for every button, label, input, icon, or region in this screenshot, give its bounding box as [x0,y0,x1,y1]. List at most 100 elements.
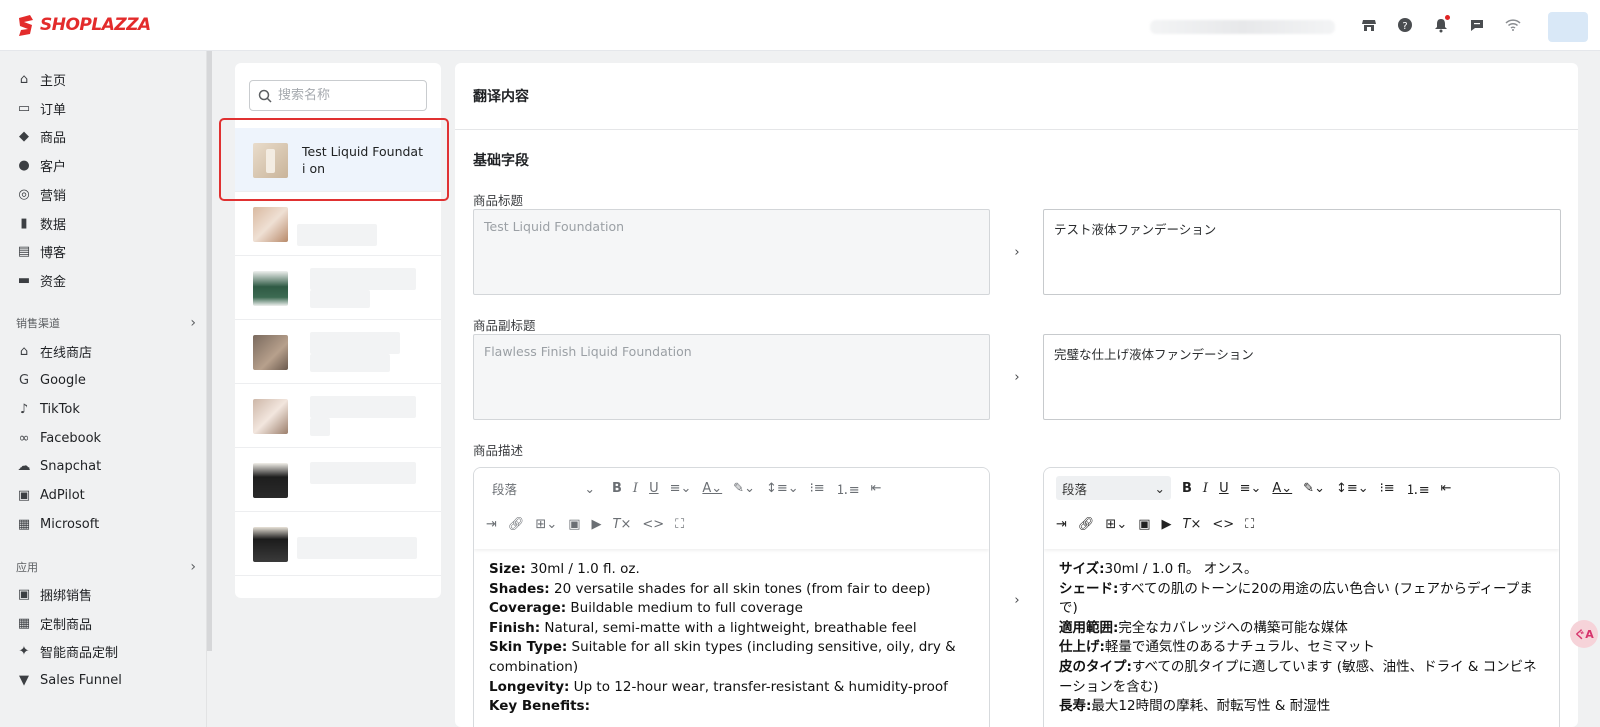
link-icon[interactable]: 🔗︎ [508,514,525,534]
sidebar-item[interactable]: ▮ 数据 [16,212,201,234]
sidebar-channel[interactable]: ☁ Snapchat [16,455,201,477]
sidebar-item[interactable]: ▤ 博客 [16,240,201,262]
description-key: 適用範囲: [1059,619,1119,636]
italic-icon[interactable]: I [1203,478,1208,498]
avatar[interactable] [1548,12,1588,42]
sidebar-channel[interactable]: ∞ Facebook [16,427,201,449]
help-icon[interactable]: ? [1396,16,1414,34]
description-key: Coverage: [489,600,567,617]
brand-logo[interactable]: SHOPLAZZA [16,13,151,37]
sidebar-scrollbar[interactable] [207,51,212,651]
sidebar-channel[interactable]: ♪ TikTok [16,398,201,420]
numbered-list-icon[interactable]: ⒈≡ [836,478,860,498]
sidebar-item[interactable]: ▭ 订单 [16,97,201,119]
description-line: 皮のタイプ:すべての肌タイプに適しています (敏感、油性、ドライ & コンビネー… [1059,658,1549,697]
video-icon[interactable]: ▶ [1162,514,1172,534]
font-color-icon[interactable]: A⌄ [702,478,722,498]
underline-icon[interactable]: U [1219,478,1229,498]
highlight-icon[interactable]: ✎⌄ [733,478,755,498]
sidebar-item[interactable]: ◆ 商品 [16,125,201,147]
sidebar-channel[interactable]: ▦ Microsoft [16,513,201,535]
sidebar-app[interactable]: ✦ 智能商品定制 [16,640,201,662]
line-height-icon[interactable]: ↕≡⌄ [766,478,799,498]
description-value: 30ml / 1.0 fl。 オンス。 [1104,561,1258,577]
search-box[interactable] [249,80,427,111]
translate-fab-button[interactable]: ぐA [1570,620,1598,648]
outdent-icon[interactable]: ⇤ [871,478,882,498]
sidebar-app[interactable]: ▣ 捆绑销售 [16,583,201,605]
message-icon[interactable] [1468,16,1486,34]
custom-icon: ▦ [17,615,31,631]
table-icon[interactable]: ⊞⌄ [1105,514,1127,534]
description-value: Up to 12-hour wear, transfer-resistant &… [569,678,948,695]
blog-icon: ▤ [17,243,31,259]
sidebar-item[interactable]: ▬ 资金 [16,269,201,291]
image-icon[interactable]: ▣ [568,514,580,534]
bold-icon[interactable]: B [612,478,622,498]
sidebar-channel[interactable]: ⌂ 在线商店 [16,340,201,362]
list-item[interactable] [235,384,441,448]
bell-icon[interactable] [1432,15,1450,34]
description-translation-editor[interactable]: 段落 ⌄ B I U ≡⌄ A⌄ ✎⌄ ↕≡⌄ ⁝≡ ⒈≡ ⇤ ⇥ 🔗︎ ⊞⌄ ▣… [1043,467,1560,727]
clear-format-icon[interactable]: T× [1183,514,1202,534]
sidebar-item[interactable]: ● 客户 [16,154,201,176]
sidebar-app[interactable]: ▼ Sales Funnel [16,669,201,691]
video-icon[interactable]: ▶ [592,514,602,534]
fullscreen-icon[interactable]: ⛶ [675,514,684,534]
paragraph-select-label: 段落 [492,481,518,497]
store-icon[interactable] [1360,16,1378,34]
font-color-icon[interactable]: A⌄ [1272,478,1292,498]
clear-format-icon[interactable]: T× [613,514,632,534]
indent-icon[interactable]: ⇥ [486,514,497,534]
chevron-right-icon: › [1014,369,1020,385]
sidebar-item[interactable]: ◎ 营销 [16,183,201,205]
inbox-icon: ▭ [17,100,31,116]
italic-icon[interactable]: I [633,478,638,498]
sidebar-item[interactable]: ⌂ 主页 [16,68,201,90]
indent-icon[interactable]: ⇥ [1056,514,1067,534]
list-item[interactable] [235,192,441,256]
sidebar-channel[interactable]: G Google [16,369,201,391]
list-item[interactable] [235,448,441,512]
sidebar-item-label: 博客 [40,245,67,261]
sidebar-app[interactable]: ▦ 定制商品 [16,612,201,634]
outdent-icon[interactable]: ⇤ [1441,478,1452,498]
bullet-list-icon[interactable]: ⁝≡ [810,478,825,498]
search-input[interactable] [278,88,418,103]
description-value: Natural, semi-matte with a lightweight, … [540,619,917,636]
highlight-icon[interactable]: ✎⌄ [1303,478,1325,498]
link-icon[interactable]: 🔗︎ [1078,514,1095,534]
table-icon[interactable]: ⊞⌄ [535,514,557,534]
list-item[interactable] [235,256,441,320]
align-icon[interactable]: ≡⌄ [1240,478,1262,498]
product-thumbnail [253,463,288,498]
sidebar-channel[interactable]: ▣ AdPilot [16,484,201,506]
bullet-list-icon[interactable]: ⁝≡ [1380,478,1395,498]
paragraph-select[interactable]: 段落 ⌄ [486,476,601,500]
list-item[interactable] [235,320,441,384]
code-icon[interactable]: <> [642,514,664,534]
line-height-icon[interactable]: ↕≡⌄ [1336,478,1369,498]
apps-header[interactable]: 应用 › [16,559,196,575]
bold-icon[interactable]: B [1182,478,1192,498]
numbered-list-icon[interactable]: ⒈≡ [1406,478,1430,498]
underline-icon[interactable]: U [649,478,659,498]
account-name-blurred [1150,20,1335,34]
description-translation-content[interactable]: サイズ:30ml / 1.0 fl。 オンス。 シェード:すべての肌のトーンに20… [1059,560,1549,717]
title-translation-field[interactable]: テスト液体ファンデーション [1043,209,1561,295]
wifi-icon[interactable] [1504,16,1522,34]
code-icon[interactable]: <> [1212,514,1234,534]
subtitle-translation-field[interactable]: 完璧な仕上げ液体ファンデーション [1043,334,1561,420]
sales-channels-header[interactable]: 销售渠道 › [16,315,196,331]
product-thumbnail [253,207,288,242]
description-source-content: Size: 30ml / 1.0 fl. oz. Shades: 20 versa… [489,560,979,717]
description-line: サイズ:30ml / 1.0 fl。 オンス。 [1059,560,1549,580]
list-item[interactable] [235,512,441,576]
paragraph-select[interactable]: 段落 ⌄ [1056,476,1171,500]
align-icon[interactable]: ≡⌄ [670,478,692,498]
fullscreen-icon[interactable]: ⛶ [1245,514,1254,534]
image-icon[interactable]: ▣ [1138,514,1150,534]
section-label: 销售渠道 [16,317,60,330]
section-title: 基础字段 [473,153,529,169]
product-thumbnail [253,271,288,306]
